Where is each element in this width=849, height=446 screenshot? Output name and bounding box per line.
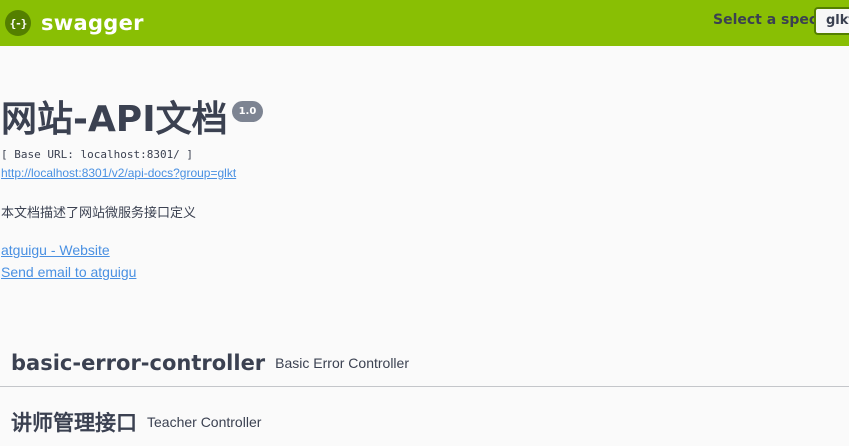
base-url: [ Base URL: localhost:8301/ ] [1, 148, 194, 161]
tag-section-basic-error-controller[interactable]: basic-error-controller Basic Error Contr… [0, 339, 849, 387]
topbar: {-} swagger Select a spec glkt [0, 0, 849, 46]
api-docs-link[interactable]: http://localhost:8301/v2/api-docs?group=… [1, 166, 841, 180]
website-link[interactable]: atguigu - Website [1, 239, 841, 261]
tag-name: 讲师管理接口 [11, 411, 137, 435]
spec-select-label: Select a spec [713, 12, 818, 28]
tag-description: Basic Error Controller [275, 354, 409, 371]
page-title: 网站-API文档 [1, 99, 228, 140]
title-row: 网站-API文档 1.0 [1, 96, 841, 144]
logo-text: swagger [41, 11, 144, 35]
swagger-logo-icon: {-} [5, 10, 31, 36]
spec-select-dropdown[interactable]: glkt [814, 7, 849, 35]
tag-description: Teacher Controller [147, 414, 262, 430]
swagger-logo[interactable]: {-} swagger [5, 9, 144, 37]
tag-section-teacher-controller[interactable]: 讲师管理接口 Teacher Controller [0, 398, 849, 446]
email-link[interactable]: Send email to atguigu [1, 261, 841, 283]
api-info: 网站-API文档 1.0 [ Base URL: localhost:8301/… [1, 96, 841, 283]
tag-name: basic-error-controller [11, 350, 266, 375]
version-badge: 1.0 [231, 101, 264, 122]
api-description: 本文档描述了网站微服务接口定义 [1, 205, 197, 220]
